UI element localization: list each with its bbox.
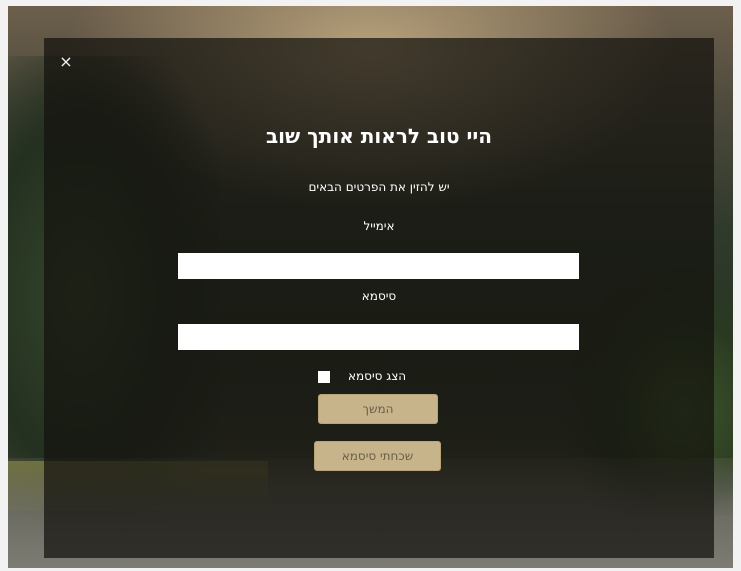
continue-button[interactable]: המשך [318, 394, 438, 424]
close-icon[interactable]: × [58, 54, 74, 70]
show-password-row: הצג סיסמא [318, 369, 438, 385]
password-field[interactable] [178, 324, 579, 350]
email-label: אימייל [363, 219, 395, 233]
modal-title: היי טוב לראות אותך שוב [265, 124, 493, 148]
password-label: סיסמא [361, 289, 397, 303]
email-field[interactable] [178, 253, 579, 279]
show-password-checkbox[interactable] [318, 371, 330, 383]
forgot-password-button[interactable]: שכחתי סיסמא [314, 441, 441, 471]
modal-subtitle: יש להזין את הפרטים הבאים [308, 180, 450, 194]
show-password-label: הצג סיסמא [348, 369, 407, 383]
